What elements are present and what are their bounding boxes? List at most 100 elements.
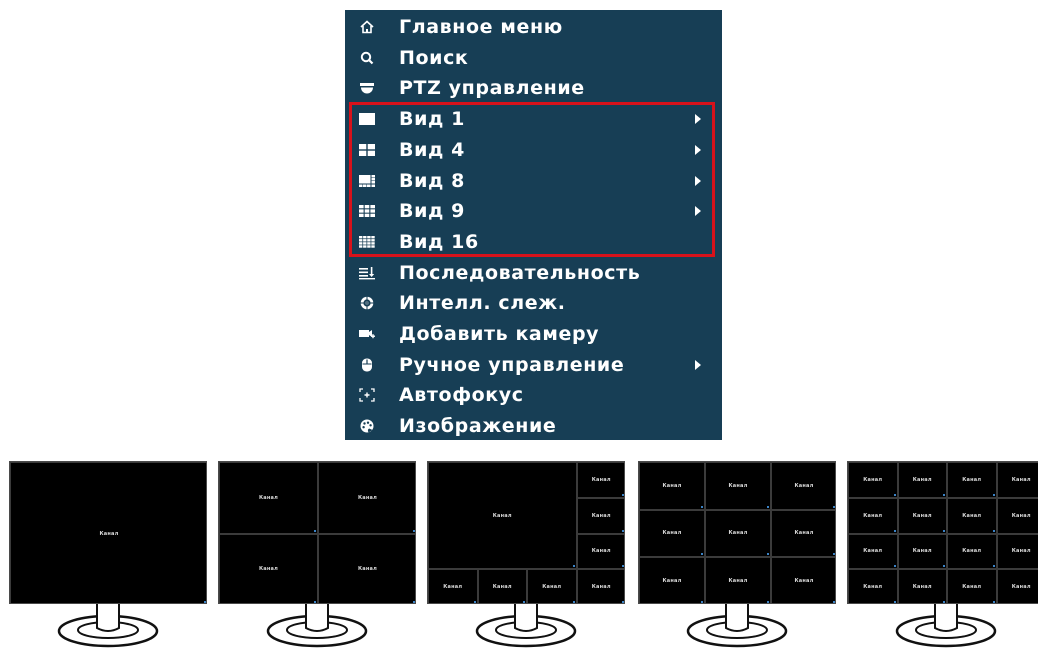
channel-label: Канал xyxy=(795,578,814,584)
monitor-screen: Канал xyxy=(9,461,207,604)
monitor-screen: КаналКаналКаналКаналКаналКаналКаналКанал xyxy=(427,461,625,604)
channel-label: Канал xyxy=(729,483,748,489)
channel-cell: Канал xyxy=(428,462,577,569)
channel-cell: Канал xyxy=(898,462,948,498)
menu-item-search[interactable]: Поиск xyxy=(345,43,722,74)
status-dot xyxy=(894,565,896,567)
channel-label: Канал xyxy=(259,566,278,572)
status-dot xyxy=(943,565,945,567)
channel-label: Канал xyxy=(962,584,981,590)
channel-cell: Канал xyxy=(10,462,207,604)
channel-label: Канал xyxy=(493,584,512,590)
channel-cell: Канал xyxy=(898,534,948,570)
menu-item-view-16[interactable]: Вид 16 xyxy=(345,227,722,258)
channel-label: Канал xyxy=(962,513,981,519)
channel-cell: Канал xyxy=(947,462,997,498)
status-dot xyxy=(943,530,945,532)
channel-label: Канал xyxy=(592,584,611,590)
channel-label: Канал xyxy=(962,477,981,483)
channel-label: Канал xyxy=(358,495,377,501)
channel-cell: Канал xyxy=(219,534,318,605)
channel-cell: Канал xyxy=(219,462,318,534)
submenu-arrow-icon xyxy=(695,206,701,216)
channel-label: Канал xyxy=(962,548,981,554)
status-dot xyxy=(894,601,896,603)
status-dot xyxy=(474,601,476,603)
add-camera-icon xyxy=(359,327,375,341)
channel-label: Канал xyxy=(1012,513,1031,519)
menu-item-view-8[interactable]: Вид 8 xyxy=(345,166,722,197)
menu-item-label: PTZ управление xyxy=(399,77,585,99)
channel-cell: Канал xyxy=(848,534,898,570)
status-dot xyxy=(413,530,415,532)
channel-label: Канал xyxy=(913,477,932,483)
channel-label: Канал xyxy=(729,530,748,536)
menu-item-label: Добавить камеру xyxy=(399,323,599,345)
menu-item-sequence[interactable]: Последовательность xyxy=(345,258,722,289)
channel-cell: Канал xyxy=(527,569,577,604)
menu-item-smart-track[interactable]: Интелл. слеж. xyxy=(345,288,722,319)
view-16-icon xyxy=(359,235,375,249)
context-menu: Главное меню Поиск PTZ управление Вид 1 Вид … xyxy=(345,10,722,440)
channel-label: Канал xyxy=(663,483,682,489)
channel-label: Канал xyxy=(592,513,611,519)
smart-track-icon xyxy=(359,296,375,310)
menu-item-view-1[interactable]: Вид 1 xyxy=(345,104,722,135)
view-1-icon xyxy=(359,112,375,126)
status-dot xyxy=(993,530,995,532)
monitor-stand xyxy=(264,604,370,649)
channel-label: Канал xyxy=(1012,477,1031,483)
image-settings-icon xyxy=(359,419,375,433)
status-dot xyxy=(314,601,316,603)
channel-label: Канал xyxy=(795,483,814,489)
channel-cell: Канал xyxy=(705,557,771,604)
menu-item-label: Ручное управление xyxy=(399,354,624,376)
status-dot xyxy=(833,553,835,555)
channel-label: Канал xyxy=(100,531,119,537)
channel-cell: Канал xyxy=(997,498,1038,534)
submenu-arrow-icon xyxy=(695,114,701,124)
status-dot xyxy=(622,601,624,603)
status-dot xyxy=(833,506,835,508)
sequence-icon xyxy=(359,266,375,280)
channel-label: Канал xyxy=(663,530,682,536)
home-icon xyxy=(359,20,375,34)
channel-cell: Канал xyxy=(848,462,898,498)
status-dot xyxy=(993,601,995,603)
monitor-stand xyxy=(684,604,790,649)
menu-item-label: Последовательность xyxy=(399,262,640,284)
menu-item-mouse[interactable]: Ручное управление xyxy=(345,350,722,381)
menu-item-add-camera[interactable]: Добавить камеру xyxy=(345,319,722,350)
channel-label: Канал xyxy=(1012,584,1031,590)
channel-cell: Канал xyxy=(577,569,626,604)
menu-item-ptz-camera[interactable]: PTZ управление xyxy=(345,73,722,104)
mouse-icon xyxy=(359,358,375,372)
menu-item-view-4[interactable]: Вид 4 xyxy=(345,135,722,166)
status-dot xyxy=(204,601,206,603)
channel-cell: Канал xyxy=(848,569,898,604)
autofocus-icon xyxy=(359,388,375,402)
menu-item-label: Вид 8 xyxy=(399,170,465,192)
menu-item-view-9[interactable]: Вид 9 xyxy=(345,196,722,227)
channel-cell: Канал xyxy=(898,569,948,604)
channel-label: Канал xyxy=(1012,548,1031,554)
channel-label: Канал xyxy=(913,584,932,590)
channel-label: Канал xyxy=(863,477,882,483)
channel-cell: Канал xyxy=(771,510,836,558)
menu-item-label: Поиск xyxy=(399,47,468,69)
channel-label: Канал xyxy=(663,578,682,584)
channel-cell: Канал xyxy=(428,569,478,604)
menu-item-image-settings[interactable]: Изображение xyxy=(345,411,722,442)
monitor-stand xyxy=(893,604,999,649)
submenu-arrow-icon xyxy=(695,176,701,186)
menu-item-autofocus[interactable]: Автофокус xyxy=(345,380,722,411)
menu-item-home[interactable]: Главное меню xyxy=(345,12,722,43)
channel-cell: Канал xyxy=(478,569,528,604)
monitor-view-9: КаналКаналКаналКаналКаналКаналКаналКанал… xyxy=(638,461,836,649)
monitor-screen: КаналКаналКаналКаналКаналКаналКаналКанал… xyxy=(638,461,836,604)
monitor-view-8: КаналКаналКаналКаналКаналКаналКаналКанал xyxy=(427,461,625,649)
menu-item-label: Вид 9 xyxy=(399,200,465,222)
menu-item-label: Вид 4 xyxy=(399,139,465,161)
channel-label: Канал xyxy=(443,584,462,590)
search-icon xyxy=(359,51,375,65)
